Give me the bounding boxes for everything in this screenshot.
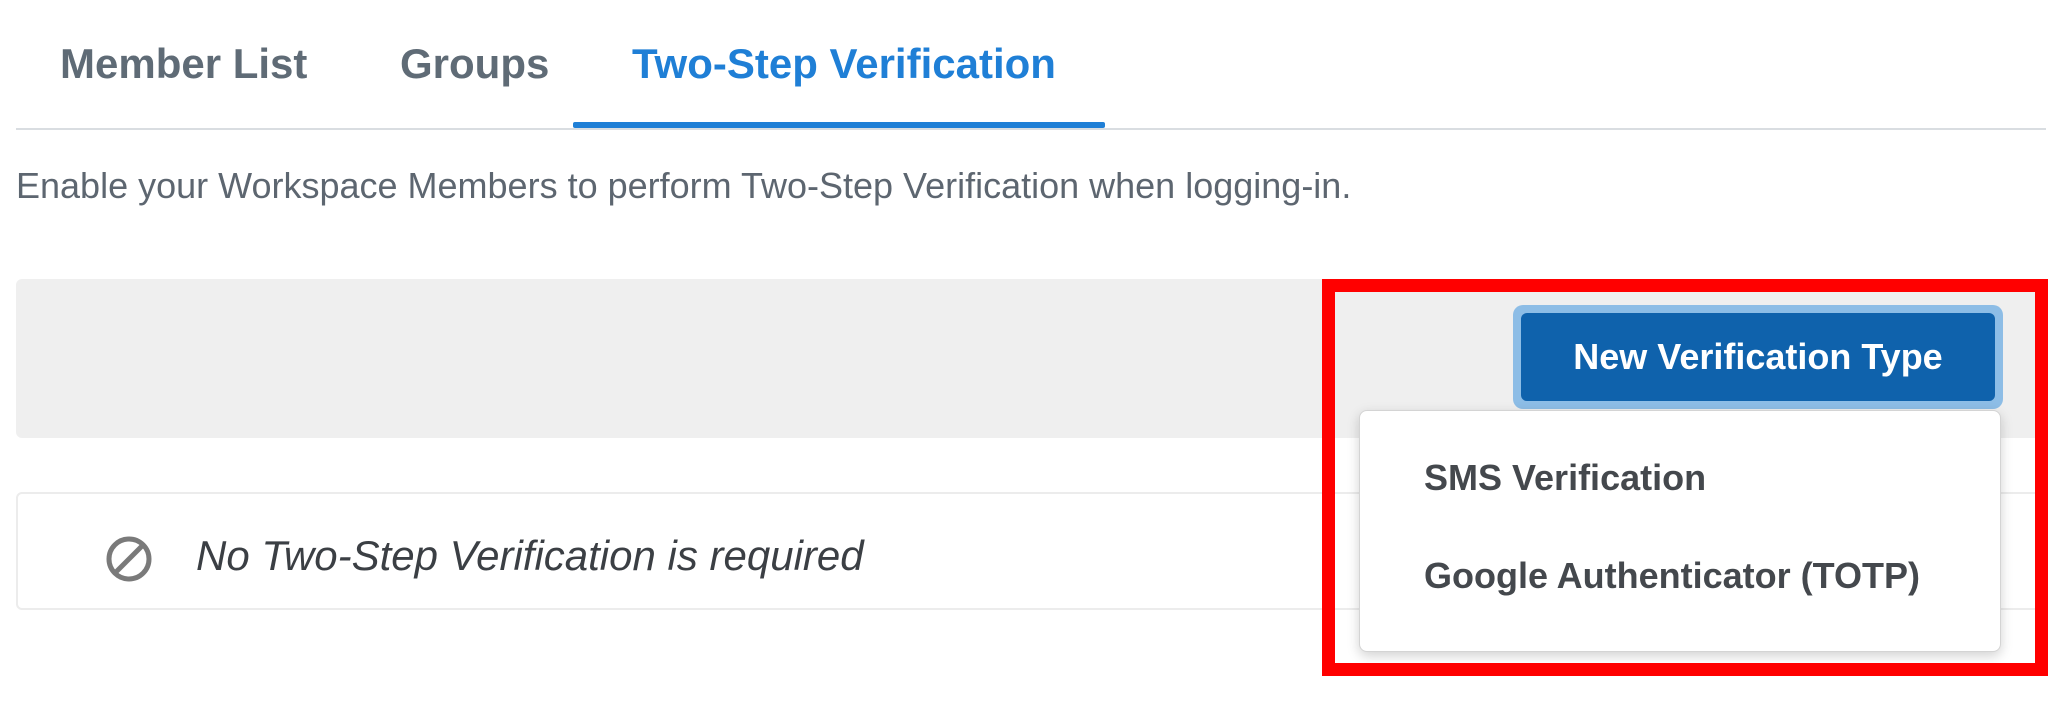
active-tab-indicator xyxy=(573,122,1105,128)
tab-two-step-verification[interactable]: Two-Step Verification xyxy=(632,40,1056,88)
page-description: Enable your Workspace Members to perform… xyxy=(16,165,1352,206)
highlight-box xyxy=(1322,279,2048,676)
tab-groups[interactable]: Groups xyxy=(400,40,549,88)
status-text: No Two-Step Verification is required xyxy=(196,532,864,579)
tab-bar: Member List Groups Two-Step Verification xyxy=(16,0,2046,130)
two-step-verification-page: Member List Groups Two-Step Verification… xyxy=(0,0,2068,717)
ban-icon xyxy=(106,536,152,582)
tab-member-list[interactable]: Member List xyxy=(60,40,307,88)
